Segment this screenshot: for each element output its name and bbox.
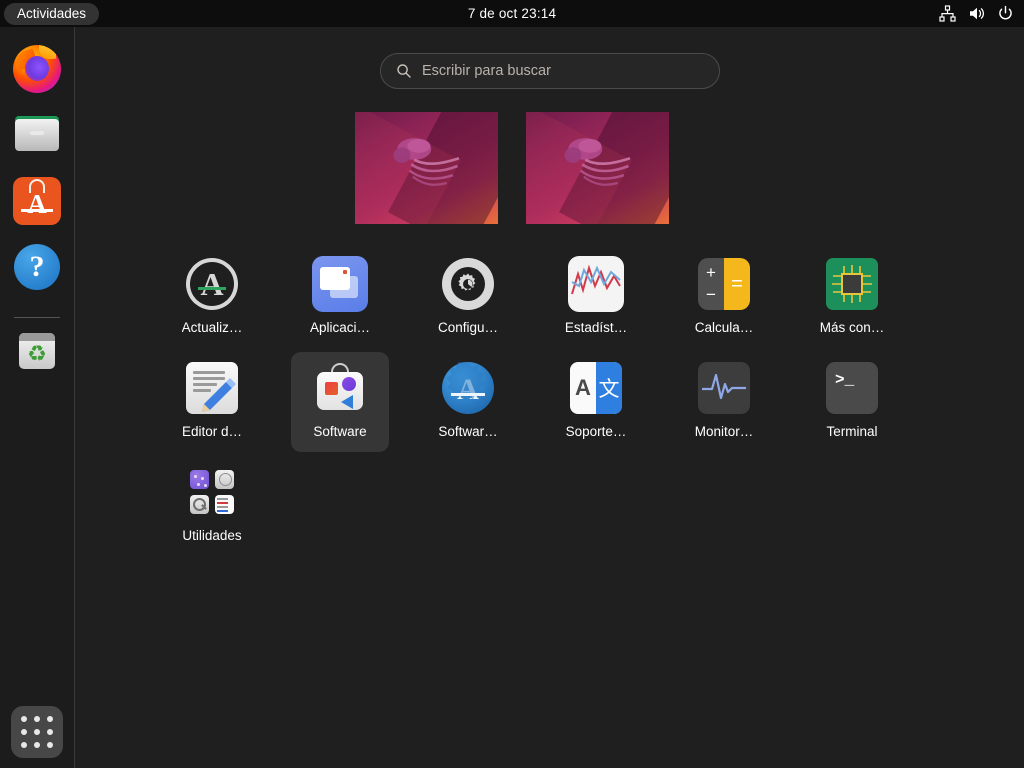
calc-plus: + [706, 263, 716, 282]
workspace-thumbnail-2[interactable] [526, 112, 669, 224]
app-label: Monitor… [694, 424, 754, 439]
logs-mini-icon [215, 495, 234, 514]
app-item-utilities-folder[interactable]: Utilidades [163, 456, 261, 556]
app-item-startup[interactable]: Aplicaci… [291, 248, 389, 348]
app-item-updater[interactable]: A Actualiz… [163, 247, 261, 348]
circuit-chip-icon [824, 256, 880, 312]
dock-item-help[interactable]: ? [13, 243, 61, 291]
workspace-thumbnails [0, 112, 1024, 224]
search-icon [396, 63, 412, 79]
dock-item-ubuntu-software[interactable]: A [13, 177, 61, 225]
recycle-glyph: ♻ [27, 341, 47, 366]
app-label: Calcula… [694, 320, 754, 335]
app-item-stats[interactable]: Estadíst… [547, 248, 645, 348]
gnome-software-bag-icon [312, 360, 368, 416]
folder-utilities-icon [184, 464, 240, 520]
terminal-icon: >_ [824, 360, 880, 416]
statistics-chart-icon [568, 256, 624, 312]
app-item-software-center[interactable]: A Softwar… [419, 352, 517, 452]
app-label: Software [313, 424, 367, 439]
ubuntu-software-icon: A [13, 177, 61, 225]
firefox-icon [13, 45, 61, 93]
latin-letter: A [575, 375, 591, 400]
calc-minus: − [706, 285, 716, 304]
search-disk-mini-icon [190, 495, 209, 514]
software-icon-glyph: A [27, 188, 47, 219]
app-item-settings[interactable]: Configu… [419, 248, 517, 348]
app-label: Aplicaci… [309, 320, 371, 335]
software-updater-icon: A [175, 247, 249, 321]
dock-item-firefox[interactable] [13, 45, 61, 93]
app-item-calculator[interactable]: + − = Calcula… [675, 248, 773, 348]
apps-grid-icon [21, 716, 53, 748]
startup-applications-icon [312, 256, 368, 312]
network-icon[interactable] [939, 5, 956, 22]
software-center-icon: A [440, 360, 496, 416]
app-label: Terminal [826, 424, 878, 439]
text-editor-icon [184, 360, 240, 416]
application-grid: A Actualiz… Aplicaci… Configu… Estadíst…… [148, 247, 938, 556]
clock: 7 de oct 23:14 [0, 6, 1024, 21]
language-support-icon: A 文 [568, 360, 624, 416]
app-label: Más con… [819, 320, 885, 335]
workspace-thumbnail-1[interactable] [355, 112, 498, 224]
dock-item-files[interactable] [13, 111, 61, 159]
jellyfish-wallpaper-art [564, 138, 631, 187]
top-bar: Actividades 7 de oct 23:14 [0, 0, 1024, 27]
app-label: Utilidades [182, 528, 242, 543]
files-icon [13, 111, 61, 159]
disks-mini-icon [215, 470, 234, 489]
clock-label[interactable]: 7 de oct 23:14 [468, 6, 556, 21]
jellyfish-wallpaper-art [393, 138, 460, 187]
dock: A ? ♻ [0, 27, 75, 768]
app-label: Configu… [437, 320, 499, 335]
app-item-software[interactable]: Software [291, 352, 389, 452]
show-applications-button[interactable] [11, 706, 63, 758]
app-label: Estadíst… [564, 320, 628, 335]
volume-icon[interactable] [968, 5, 985, 22]
terminal-prompt-glyph: >_ [835, 371, 855, 389]
trash-icon: ♻ [13, 327, 61, 375]
dock-item-trash[interactable]: ♻ [13, 327, 61, 375]
disk-usage-mini-icon [190, 470, 209, 489]
help-icon: ? [14, 244, 60, 290]
power-icon[interactable] [997, 5, 1014, 22]
search-input[interactable]: Escribir para buscar [380, 53, 720, 89]
system-monitor-icon [696, 360, 752, 416]
desktop-overview: Actividades 7 de oct 23:14 A ? ♻ Escribi… [0, 0, 1024, 768]
activities-button[interactable]: Actividades [4, 2, 100, 25]
system-tray [939, 0, 1014, 27]
search-placeholder: Escribir para buscar [422, 63, 551, 79]
cjk-letter: 文 [596, 362, 622, 414]
app-item-language-support[interactable]: A 文 Soporte… [547, 352, 645, 452]
app-item-text-editor[interactable]: Editor d… [163, 352, 261, 452]
dock-separator [14, 317, 60, 318]
app-item-terminal[interactable]: >_ Terminal [803, 352, 901, 452]
app-label: Editor d… [181, 424, 243, 439]
app-item-system-monitor[interactable]: Monitor… [675, 352, 773, 452]
app-label: Soporte… [565, 424, 627, 439]
calc-equals: = [724, 258, 750, 310]
settings-gear-icon [440, 256, 496, 312]
app-item-more-config[interactable]: Más con… [803, 248, 901, 348]
app-label: Actualiz… [181, 320, 243, 335]
calculator-icon: + − = [696, 256, 752, 312]
app-label: Softwar… [438, 424, 498, 439]
